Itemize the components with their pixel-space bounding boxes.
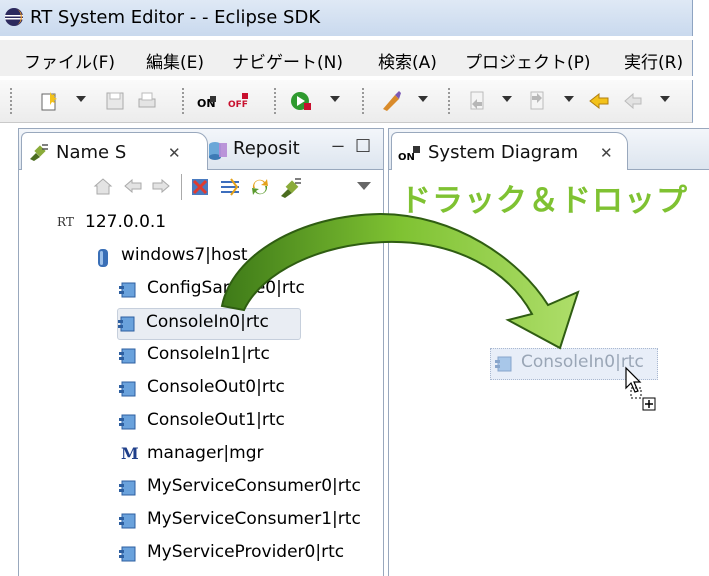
- main-toolbar: ON OFF: [0, 80, 693, 123]
- save-icon[interactable]: [104, 90, 126, 112]
- tree-item[interactable]: MyServiceProvider0|rtc: [119, 539, 381, 569]
- chevron-down-icon[interactable]: [418, 96, 428, 102]
- tree-item[interactable]: ConfigSample0|rtc: [119, 275, 381, 305]
- tree-item[interactable]: ConsoleIn1|rtc: [119, 341, 381, 371]
- host-context-icon: [98, 249, 108, 267]
- title-bar: RT System Editor - - Eclipse SDK: [0, 0, 693, 36]
- repository-icon: [209, 142, 227, 160]
- tab-name-service-label: Name S: [56, 142, 127, 163]
- component-icon: [119, 381, 136, 397]
- system-diagram-icon: ON: [398, 146, 420, 163]
- tab-system-diagram[interactable]: ON System Diagram ✕: [391, 132, 628, 170]
- manager-icon: M: [121, 444, 139, 463]
- home-icon[interactable]: [93, 176, 113, 196]
- tree-item-label: ConsoleOut1|rtc: [147, 410, 285, 430]
- tree-node-host-label: windows7|host_cxt: [121, 245, 283, 265]
- component-icon: [119, 348, 136, 364]
- tree-item[interactable]: ConsoleOut0|rtc: [119, 374, 381, 404]
- online-icon[interactable]: ON: [196, 90, 218, 112]
- chevron-down-icon[interactable]: [76, 96, 86, 102]
- component-icon: [119, 414, 136, 430]
- tab-repository-label[interactable]: Reposit: [233, 138, 300, 159]
- print-icon[interactable]: [136, 90, 158, 112]
- tree-item-label: ConsoleIn1|rtc: [147, 344, 270, 364]
- refresh-icon[interactable]: [189, 176, 211, 198]
- component-icon: [119, 480, 136, 496]
- sync-icon[interactable]: [249, 176, 271, 198]
- toolbar-separator: [274, 88, 276, 114]
- component-icon: [118, 316, 135, 332]
- name-service-view: Name S ✕ Reposit ー □ RT 127.0.0.1 window…: [18, 128, 384, 576]
- eclipse-icon: [5, 8, 23, 26]
- menu-run[interactable]: 実行(R): [624, 48, 683, 73]
- tree-node-host[interactable]: windows7|host_cxt: [93, 242, 379, 272]
- tab-name-service[interactable]: Name S ✕: [21, 132, 208, 170]
- menu-bar: ファイル(F) 編集(E) ナビゲート(N) 検索(A) プロジェクト(P) 実…: [0, 40, 693, 76]
- new-wizard-icon[interactable]: [38, 90, 60, 112]
- tree-item-label: ConsoleOut0|rtc: [147, 377, 285, 397]
- component-icon: [119, 546, 136, 562]
- tree-item-label: ConsoleIn0|rtc: [146, 312, 269, 332]
- menu-edit[interactable]: 編集(E): [146, 48, 204, 73]
- view-menu-chevron-icon[interactable]: [357, 182, 371, 190]
- tree-item-label: manager|mgr: [147, 443, 264, 463]
- chevron-down-icon[interactable]: [660, 96, 670, 102]
- toolbar-separator: [10, 88, 12, 114]
- tree-item[interactable]: MyServiceConsumer0|rtc: [119, 473, 381, 503]
- close-icon[interactable]: ✕: [168, 144, 181, 162]
- component-icon: [119, 282, 136, 298]
- forward-arrow-icon[interactable]: [151, 178, 171, 194]
- menu-search[interactable]: 検索(A): [378, 48, 437, 73]
- toolbar-separator: [362, 88, 364, 114]
- menu-project[interactable]: プロジェクト(P): [465, 48, 591, 73]
- close-icon[interactable]: ✕: [600, 144, 613, 162]
- drag-drop-annotation: ドラック＆ドロップ: [400, 183, 688, 219]
- tree-item-label: MyServiceConsumer0|rtc: [147, 476, 361, 496]
- name-service-toolbar: [19, 170, 383, 206]
- drag-ghost-component: ConsoleIn0|rtc: [490, 348, 658, 380]
- back-nav-icon[interactable]: [466, 90, 488, 112]
- tree-item[interactable]: ConsoleIn0|rtc: [117, 308, 301, 340]
- run-icon[interactable]: [290, 90, 312, 112]
- tree-node-root-label: 127.0.0.1: [85, 212, 167, 232]
- tree-item-label: ConfigSample0|rtc: [147, 278, 305, 298]
- menu-file[interactable]: ファイル(F): [24, 48, 115, 73]
- toolbar-separator: [181, 174, 182, 200]
- drag-ghost-label: ConsoleIn0|rtc: [521, 352, 644, 372]
- offline-icon[interactable]: OFF: [228, 90, 250, 112]
- tree-item-label: MyServiceConsumer1|rtc: [147, 509, 361, 529]
- toolbar-separator: [448, 88, 450, 114]
- svg-text:ON: ON: [398, 152, 415, 163]
- toolbar-separator: [182, 88, 184, 114]
- filter-icon[interactable]: [219, 176, 241, 198]
- tree-node-root[interactable]: RT 127.0.0.1: [57, 209, 357, 239]
- component-icon: [495, 356, 512, 372]
- tab-system-diagram-label: System Diagram: [428, 142, 579, 163]
- minimize-icon[interactable]: ー: [331, 137, 345, 157]
- tree-item[interactable]: Mmanager|mgr: [119, 440, 381, 470]
- rt-icon: RT: [57, 215, 74, 229]
- left-view-tabstrip: Name S ✕ Reposit ー □: [19, 129, 383, 170]
- plug-icon: [30, 144, 48, 161]
- forward-nav-icon[interactable]: [526, 90, 548, 112]
- chevron-down-icon[interactable]: [330, 96, 340, 102]
- window-title: RT System Editor - - Eclipse SDK: [30, 7, 321, 28]
- component-icon: [119, 513, 136, 529]
- back-arrow-icon[interactable]: [123, 178, 143, 194]
- debug-icon[interactable]: [380, 90, 402, 112]
- tree-item[interactable]: MyServiceConsumer1|rtc: [119, 506, 381, 536]
- prev-icon[interactable]: [622, 90, 644, 112]
- tree-item[interactable]: ConsoleOut1|rtc: [119, 407, 381, 437]
- chevron-down-icon[interactable]: [564, 96, 574, 102]
- connect-plug-icon[interactable]: [279, 176, 303, 198]
- editor-tabstrip: ON System Diagram ✕: [389, 129, 709, 170]
- chevron-down-icon[interactable]: [502, 96, 512, 102]
- maximize-icon[interactable]: □: [355, 135, 371, 155]
- history-icon[interactable]: [588, 90, 610, 112]
- menu-navigate[interactable]: ナビゲート(N): [232, 48, 343, 73]
- svg-text:OFF: OFF: [228, 100, 248, 110]
- tree-item-label: MyServiceProvider0|rtc: [147, 542, 345, 562]
